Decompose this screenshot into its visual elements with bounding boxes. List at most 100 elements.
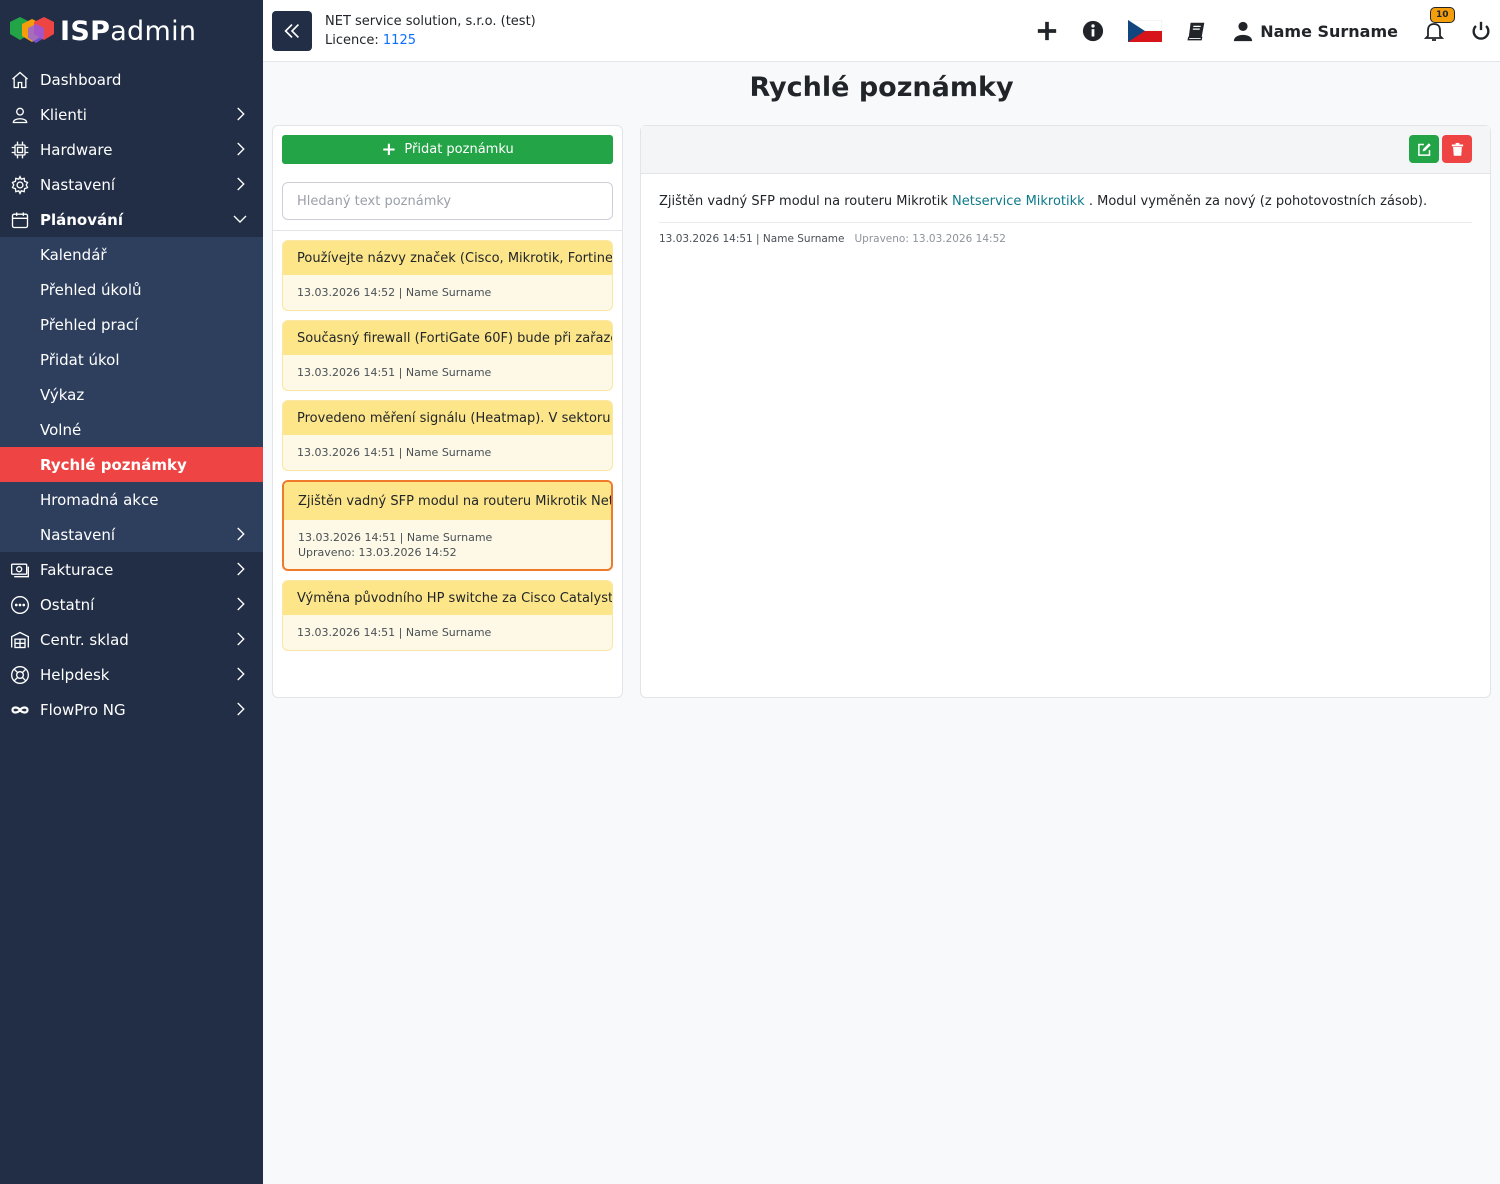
notifications-button[interactable]: 10	[1422, 7, 1455, 43]
sidebar-item-prehled-ukolu[interactable]: Přehled úkolů	[0, 272, 263, 307]
list-item[interactable]: Výměna původního HP switche za Cisco Cat…	[282, 580, 613, 651]
logo-text: ISPadmin	[60, 15, 197, 47]
sidebar-item-centr-sklad[interactable]: Centr. sklad	[0, 622, 263, 657]
double-chevron-left-icon	[284, 23, 300, 39]
sidebar-item-label: Hromadná akce	[40, 490, 159, 509]
sidebar-item-dashboard[interactable]: Dashboard	[0, 62, 263, 97]
note-meta: 13.03.2026 14:51 | Name Surname Upraveno…	[284, 520, 611, 569]
sidebar-item-klienti[interactable]: Klienti	[0, 97, 263, 132]
sidebar-item-hardware[interactable]: Hardware	[0, 132, 263, 167]
sidebar-item-label: Volné	[40, 420, 82, 439]
sidebar-item-vykaz[interactable]: Výkaz	[0, 377, 263, 412]
note-title: Provedeno měření signálu (Heatmap). V se…	[283, 401, 612, 435]
edit-note-button[interactable]	[1409, 135, 1439, 163]
list-item-selected[interactable]: Zjištěn vadný SFP modul na routeru Mikro…	[282, 480, 613, 571]
note-meta-text: 13.03.2026 14:51 | Name Surname	[297, 366, 492, 379]
logo-icon	[8, 16, 56, 46]
book-icon[interactable]	[1186, 20, 1208, 42]
note-meta-text: 13.03.2026 14:51 | Name Surname	[297, 626, 492, 639]
sidebar-item-hromadna-akce[interactable]: Hromadná akce	[0, 482, 263, 517]
sidebar-item-label: Rychlé poznámky	[40, 455, 187, 474]
top-header: NET service solution, s.r.o. (test) Lice…	[263, 0, 1500, 62]
note-detail-toolbar	[641, 126, 1490, 174]
sidebar-item-volne[interactable]: Volné	[0, 412, 263, 447]
home-icon	[9, 69, 31, 91]
sidebar-item-label: Nastavení	[40, 525, 116, 544]
list-item[interactable]: Současný firewall (FortiGate 60F) bude p…	[282, 320, 613, 391]
list-item[interactable]: Provedeno měření signálu (Heatmap). V se…	[282, 400, 613, 471]
gear-icon	[9, 174, 31, 196]
sidebar-item-label: Výkaz	[40, 385, 85, 404]
sidebar-item-flowpro[interactable]: FlowPro NG	[0, 692, 263, 727]
user-menu[interactable]: Name Surname	[1232, 20, 1398, 42]
sidebar-item-helpdesk[interactable]: Helpdesk	[0, 657, 263, 692]
warehouse-icon	[9, 629, 31, 651]
chevron-down-icon	[231, 210, 249, 228]
sidebar-item-label: Plánování	[40, 210, 123, 229]
submenu-planovani: Kalendář Přehled úkolů Přehled prací Při…	[0, 237, 263, 552]
sidebar-item-nastaveni[interactable]: Nastavení	[0, 167, 263, 202]
user-name: Name Surname	[1260, 21, 1398, 41]
notes-list: Používejte názvy značek (Cisco, Mikrotik…	[273, 240, 622, 651]
add-note-label: Přidat poznámku	[404, 142, 514, 157]
company-name: NET service solution, s.r.o. (test)	[325, 14, 536, 29]
note-edited-text: Upraveno: 13.03.2026 14:52	[854, 233, 1006, 245]
info-icon[interactable]	[1082, 20, 1104, 42]
chevron-right-icon	[231, 560, 249, 578]
add-icon[interactable]	[1036, 20, 1058, 42]
logo[interactable]: ISPadmin	[0, 0, 263, 62]
notes-list-toolbar: + Přidat poznámku	[273, 126, 622, 231]
list-item[interactable]: Používejte názvy značek (Cisco, Mikrotik…	[282, 240, 613, 311]
note-created-text: 13.03.2026 14:51 | Name Surname	[659, 233, 845, 245]
sidebar-item-fakturace[interactable]: Fakturace	[0, 552, 263, 587]
sidebar-item-pridat-ukol[interactable]: Přidat úkol	[0, 342, 263, 377]
sidebar-nav-bottom: Fakturace Ostatní Centr. sklad Helpdesk …	[0, 552, 263, 727]
sidebar-item-label: Centr. sklad	[40, 630, 129, 649]
sidebar-item-label: Ostatní	[40, 595, 95, 614]
sidebar-item-planovani-nastaveni[interactable]: Nastavení	[0, 517, 263, 552]
delete-note-button[interactable]	[1442, 135, 1472, 163]
sidebar-item-label: Dashboard	[40, 70, 122, 89]
chevron-right-icon	[231, 630, 249, 648]
power-icon[interactable]	[1470, 20, 1492, 42]
add-note-button[interactable]: + Přidat poznámku	[282, 135, 613, 164]
note-detail-panel: Zjištěn vadný SFP modul na routeru Mikro…	[640, 125, 1491, 698]
collapse-sidebar-button[interactable]	[272, 11, 312, 51]
infinity-icon	[9, 699, 31, 721]
sidebar-item-prehled-praci[interactable]: Přehled prací	[0, 307, 263, 342]
czech-flag-icon[interactable]	[1128, 20, 1163, 42]
more-icon	[9, 594, 31, 616]
licence-label: Licence:	[325, 33, 379, 48]
chevron-right-icon	[231, 525, 249, 543]
device-link[interactable]: Netservice Mikrotikk	[952, 194, 1085, 209]
chevron-right-icon	[231, 665, 249, 683]
sidebar-item-label: Kalendář	[40, 245, 107, 264]
user-icon	[9, 104, 31, 126]
chevron-right-icon	[231, 700, 249, 718]
sidebar-item-label: Nastavení	[40, 175, 116, 194]
sidebar-item-kalendar[interactable]: Kalendář	[0, 237, 263, 272]
chip-icon	[9, 139, 31, 161]
trash-icon	[1451, 142, 1463, 156]
sidebar-item-label: FlowPro NG	[40, 700, 126, 719]
note-meta-text: 13.03.2026 14:51 | Name Surname	[297, 446, 492, 459]
sidebar-item-rychle-poznamky[interactable]: Rychlé poznámky	[0, 447, 263, 482]
licence-number[interactable]: 1125	[383, 33, 416, 48]
calendar-icon	[9, 209, 31, 231]
sidebar-item-label: Klienti	[40, 105, 87, 124]
sidebar-item-label: Přehled úkolů	[40, 280, 142, 299]
note-detail-body: Zjištěn vadný SFP modul na routeru Mikro…	[641, 174, 1490, 245]
note-title: Výměna původního HP switche za Cisco Cat…	[283, 581, 612, 615]
note-search-input[interactable]	[282, 182, 613, 220]
page-title: Rychlé poznámky	[749, 72, 1014, 103]
note-meta: 13.03.2026 14:52 | Name Surname	[283, 275, 612, 310]
licence-info: Licence: 1125	[325, 33, 416, 48]
note-edited-text: Upraveno: 13.03.2026 14:52	[298, 545, 457, 559]
note-detail-meta: 13.03.2026 14:51 | Name Surname Upraveno:…	[659, 233, 1472, 245]
sidebar-item-planovani[interactable]: Plánování	[0, 202, 263, 237]
sidebar-item-label: Přehled prací	[40, 315, 139, 334]
note-text-part: . Modul vyměněn za nový (z pohotovostníc…	[1084, 194, 1428, 209]
sidebar-item-ostatni[interactable]: Ostatní	[0, 587, 263, 622]
note-title: Zjištěn vadný SFP modul na routeru Mikro…	[284, 482, 611, 520]
sidebar-item-label: Helpdesk	[40, 665, 110, 684]
